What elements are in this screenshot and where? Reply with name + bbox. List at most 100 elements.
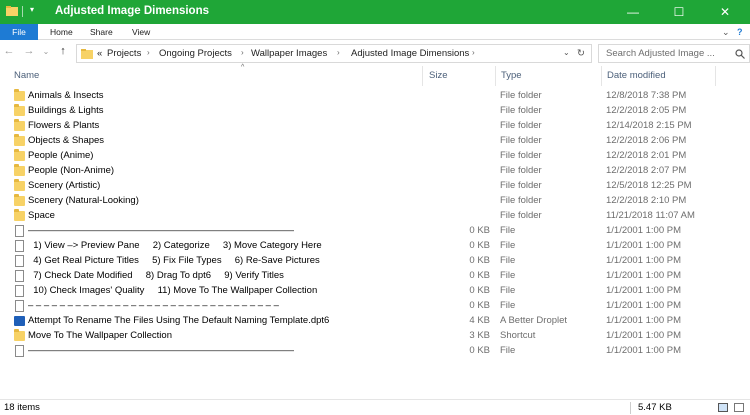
file-icon xyxy=(15,285,24,297)
item-date: 11/21/2018 11:07 AM xyxy=(606,210,695,221)
status-divider xyxy=(630,402,631,414)
item-type: File folder xyxy=(500,180,542,191)
item-date: 1/1/2001 1:00 PM xyxy=(606,285,681,296)
item-type: File folder xyxy=(500,210,542,221)
tab-share[interactable]: Share xyxy=(90,24,113,40)
item-name: Space xyxy=(28,210,55,221)
item-name: Flowers & Plants xyxy=(28,120,100,131)
item-type: File folder xyxy=(500,165,542,176)
item-date: 12/2/2018 2:01 PM xyxy=(606,150,687,161)
breadcrumb-adjusted-image-dimensions[interactable]: Adjusted Image Dimensions xyxy=(351,48,469,59)
list-item[interactable]: Buildings & Lights File folder 12/2/2018… xyxy=(0,104,750,119)
folder-icon[interactable] xyxy=(6,5,18,17)
item-date: 12/2/2018 2:05 PM xyxy=(606,105,687,116)
search-icon[interactable] xyxy=(735,49,745,59)
search-input[interactable]: Search Adjusted Image ... xyxy=(606,48,715,59)
folder-icon xyxy=(14,194,25,206)
file-icon xyxy=(15,240,24,252)
folder-icon xyxy=(14,119,25,131)
list-item[interactable]: People (Anime) File folder 12/2/2018 2:0… xyxy=(0,149,750,164)
list-item[interactable]: Space File folder 11/21/2018 11:07 AM xyxy=(0,209,750,224)
address-bar[interactable]: « Projects › Ongoing Projects › Wallpape… xyxy=(76,44,592,63)
item-name: People (Anime) xyxy=(28,150,94,161)
item-name: People (Non-Anime) xyxy=(28,165,115,176)
item-type: File xyxy=(500,255,516,266)
minimize-button[interactable]: — xyxy=(610,0,656,24)
list-item[interactable]: Animals & Insects File folder 12/8/2018 … xyxy=(0,89,750,104)
list-item[interactable]: 1) View –> Preview Pane 2) Categorize 3)… xyxy=(0,239,750,254)
list-item[interactable]: – – – – – – – – – – – – – – – – – – – – … xyxy=(0,299,750,314)
up-arrow-icon[interactable]: ↑ xyxy=(56,45,70,57)
recent-locations-chevron-icon[interactable]: ⌄ xyxy=(39,47,53,56)
column-type-header[interactable]: Type xyxy=(501,70,522,81)
list-item[interactable]: Flowers & Plants File folder 12/14/2018 … xyxy=(0,119,750,134)
item-name: Scenery (Artistic) xyxy=(28,180,101,191)
item-name: Attempt To Rename The Files Using The De… xyxy=(28,315,330,326)
item-type: File folder xyxy=(500,150,542,161)
search-box[interactable]: Search Adjusted Image ... xyxy=(598,44,750,63)
list-item[interactable]: 10) Check Images' Quality 11) Move To Th… xyxy=(0,284,750,299)
item-name: ———————————————————————————— xyxy=(28,345,294,356)
item-type: File folder xyxy=(500,105,542,116)
details-view-icon[interactable] xyxy=(718,403,728,412)
item-size: 0 KB xyxy=(469,285,490,296)
item-date: 12/14/2018 2:15 PM xyxy=(606,120,692,131)
item-name: 10) Check Images' Quality 11) Move To Th… xyxy=(28,285,318,296)
navigation-bar: ← → ⌄ ↑ « Projects › Ongoing Projects › … xyxy=(0,41,750,65)
list-item[interactable]: ———————————————————————————— 0 KB File 1… xyxy=(0,344,750,359)
list-item[interactable]: 4) Get Real Picture Titles 5) Fix File T… xyxy=(0,254,750,269)
breadcrumb-overflow[interactable]: « xyxy=(97,48,102,59)
quick-access-dropdown-icon[interactable]: ▾ xyxy=(30,5,42,17)
list-item[interactable]: Move To The Wallpaper Collection 3 KB Sh… xyxy=(0,329,750,344)
file-icon xyxy=(15,345,24,357)
refresh-icon[interactable]: ↻ xyxy=(577,48,585,59)
forward-arrow-icon[interactable]: → xyxy=(22,45,36,57)
column-divider[interactable] xyxy=(495,66,496,86)
item-name: Objects & Shapes xyxy=(28,135,105,146)
breadcrumb-projects[interactable]: Projects xyxy=(107,48,141,59)
tab-home[interactable]: Home xyxy=(50,24,73,40)
file-icon xyxy=(15,300,24,312)
item-name: 7) Check Date Modified 8) Drag To dpt6 9… xyxy=(28,270,284,281)
item-type: Shortcut xyxy=(500,330,536,341)
list-item[interactable]: 7) Check Date Modified 8) Drag To dpt6 9… xyxy=(0,269,750,284)
back-arrow-icon[interactable]: ← xyxy=(2,45,16,57)
item-date: 12/2/2018 2:06 PM xyxy=(606,135,687,146)
breadcrumb-wallpaper-images[interactable]: Wallpaper Images xyxy=(251,48,327,59)
tab-view[interactable]: View xyxy=(132,24,150,40)
address-history-dropdown-icon[interactable]: ⌄ xyxy=(563,48,570,57)
item-size: 4 KB xyxy=(469,315,490,326)
column-date-header[interactable]: Date modified xyxy=(607,70,666,81)
item-date: 1/1/2001 1:00 PM xyxy=(606,330,681,341)
help-icon[interactable]: ? xyxy=(737,24,743,40)
column-divider[interactable] xyxy=(422,66,423,86)
breadcrumb-ongoing-projects[interactable]: Ongoing Projects xyxy=(159,48,232,59)
list-item[interactable]: Scenery (Natural-Looking) File folder 12… xyxy=(0,194,750,209)
column-divider[interactable] xyxy=(715,66,716,86)
list-item[interactable]: Attempt To Rename The Files Using The De… xyxy=(0,314,750,329)
item-type: File folder xyxy=(500,120,542,131)
list-item[interactable]: Objects & Shapes File folder 12/2/2018 2… xyxy=(0,134,750,149)
tab-file[interactable]: File xyxy=(0,24,38,40)
breadcrumb-separator[interactable]: › xyxy=(472,48,475,57)
breadcrumb-separator[interactable]: › xyxy=(147,48,150,57)
item-size: 0 KB xyxy=(469,345,490,356)
list-item[interactable]: Scenery (Artistic) File folder 12/5/2018… xyxy=(0,179,750,194)
breadcrumb-separator[interactable]: › xyxy=(337,48,340,57)
item-size: 0 KB xyxy=(469,255,490,266)
ribbon-expand-icon[interactable]: ⌄ xyxy=(722,24,730,40)
item-date: 12/8/2018 7:38 PM xyxy=(606,90,687,101)
list-item[interactable]: ———————————————————————————— 0 KB File 1… xyxy=(0,224,750,239)
column-name-header[interactable]: Name xyxy=(14,70,39,81)
item-size: 3 KB xyxy=(469,330,490,341)
breadcrumb-separator[interactable]: › xyxy=(241,48,244,57)
close-button[interactable]: ✕ xyxy=(702,0,748,24)
maximize-button[interactable]: ☐ xyxy=(656,0,702,24)
column-divider[interactable] xyxy=(601,66,602,86)
folder-icon xyxy=(14,104,25,116)
column-headers: Name Size Type Date modified xyxy=(0,66,750,86)
list-item[interactable]: People (Non-Anime) File folder 12/2/2018… xyxy=(0,164,750,179)
folder-icon xyxy=(81,49,93,59)
column-size-header[interactable]: Size xyxy=(429,70,447,81)
large-icons-view-icon[interactable] xyxy=(734,403,744,412)
